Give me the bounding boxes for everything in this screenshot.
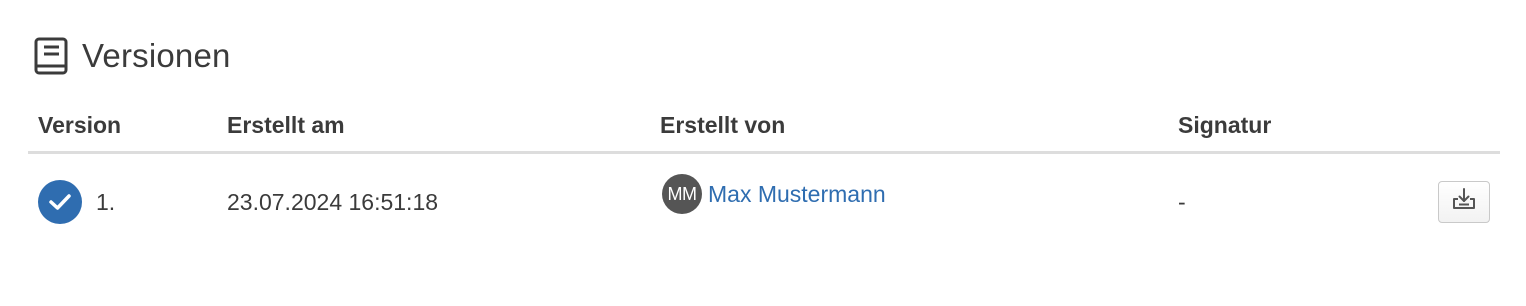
column-header-created-at[interactable]: Erstellt am: [217, 100, 650, 154]
created-by-cell: MM Max Mustermann: [650, 153, 1168, 251]
version-number: 1.: [96, 188, 116, 215]
created-at-cell: 23.07.2024 16:51:18: [227, 188, 439, 215]
column-header-signature[interactable]: Signatur: [1168, 100, 1428, 154]
actions-cell: [1428, 153, 1500, 251]
book-icon: [34, 37, 68, 75]
avatar: MM: [662, 174, 702, 214]
versions-table: Version Erstellt am Erstellt von Signatu…: [28, 100, 1500, 250]
author-link[interactable]: Max Mustermann: [708, 181, 886, 208]
download-icon: [1451, 186, 1477, 218]
section-title: Versionen: [82, 37, 231, 74]
check-circle-icon: [38, 180, 82, 224]
table-header-row: Version Erstellt am Erstellt von Signatu…: [28, 100, 1500, 154]
download-button[interactable]: [1438, 181, 1490, 223]
signature-cell: -: [1178, 188, 1186, 215]
column-header-created-by[interactable]: Erstellt von: [650, 100, 1168, 154]
column-header-actions: [1428, 100, 1500, 154]
version-cell: 1.: [28, 153, 217, 251]
column-header-version[interactable]: Version: [28, 100, 217, 154]
table-row: 1. 23.07.2024 16:51:18 MM Max Mustermann…: [28, 153, 1500, 251]
section-header: Versionen: [34, 36, 231, 76]
